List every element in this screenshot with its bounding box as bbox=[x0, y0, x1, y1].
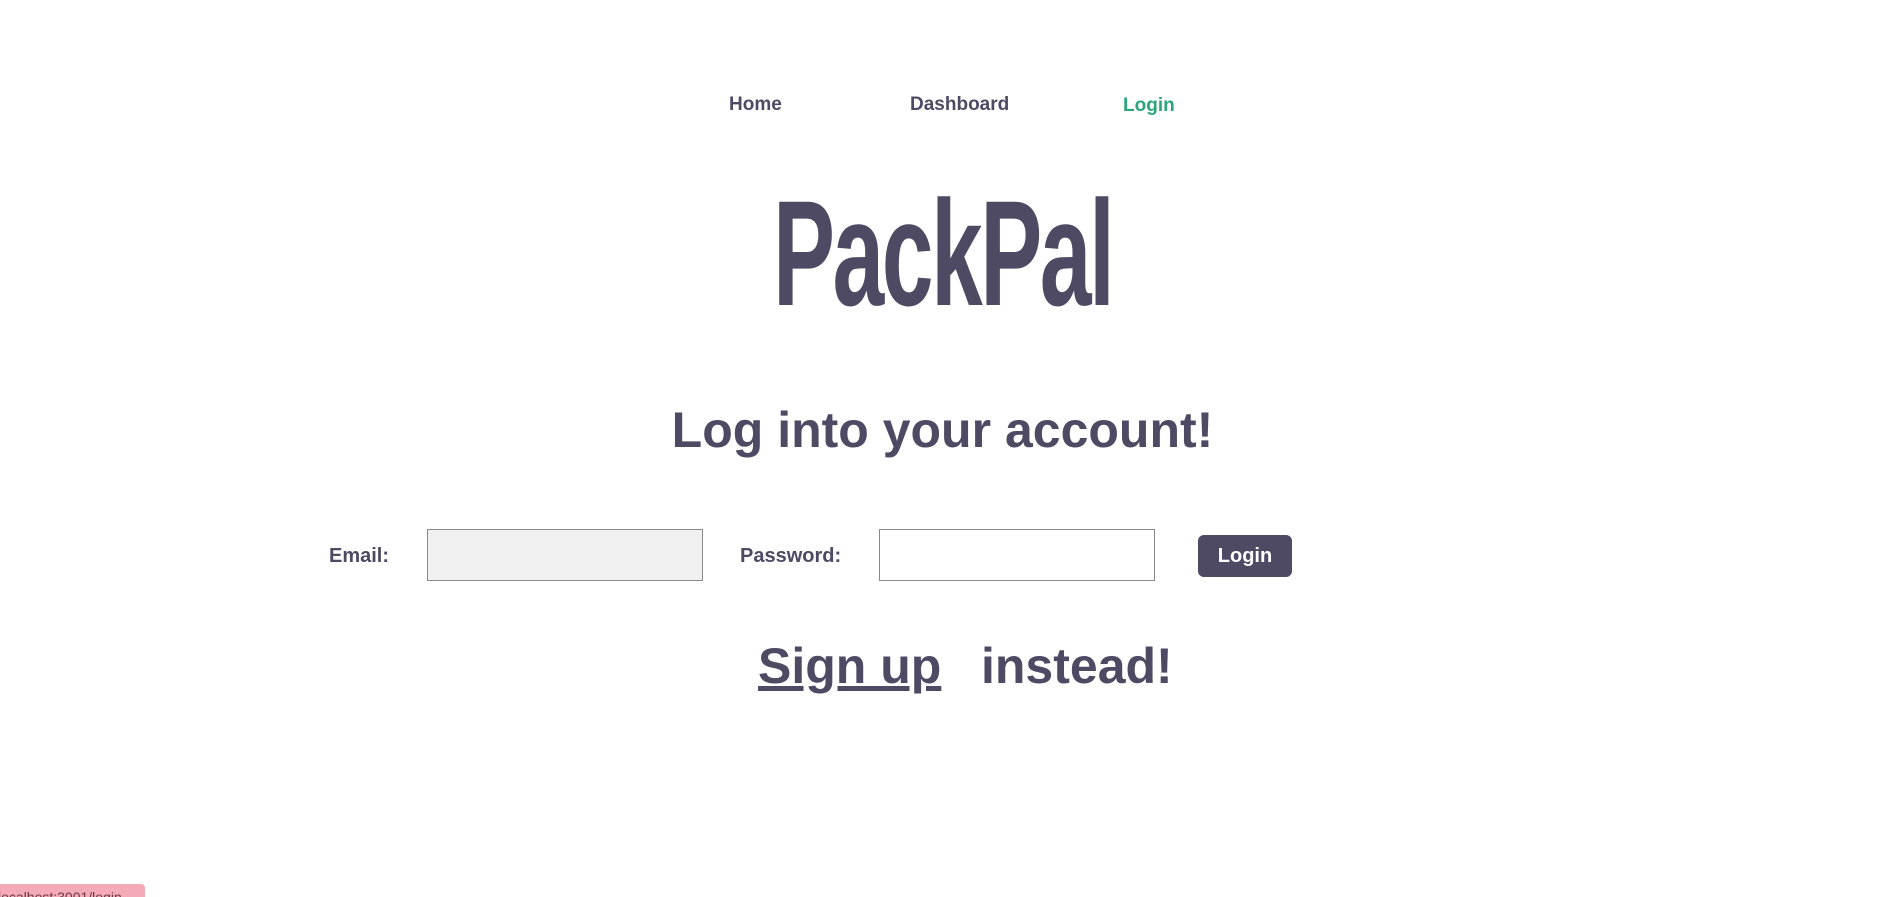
password-input[interactable] bbox=[879, 529, 1155, 581]
nav-link-home[interactable]: Home bbox=[729, 94, 782, 116]
login-heading: Log into your account! bbox=[671, 402, 1214, 458]
signup-link[interactable]: Sign up bbox=[758, 636, 941, 696]
email-input[interactable] bbox=[427, 529, 703, 581]
brand-logo-text: PackPal bbox=[772, 169, 1115, 337]
signup-prompt: Sign up instead! bbox=[0, 636, 1885, 696]
login-page: Home Dashboard Login PackPal Log into yo… bbox=[0, 0, 1885, 897]
link-preview-status-bar: localhost:3001/login bbox=[0, 884, 145, 897]
nav-link-login[interactable]: Login bbox=[1123, 95, 1175, 117]
login-submit-button[interactable]: Login bbox=[1198, 535, 1292, 577]
top-nav: Home Dashboard Login bbox=[0, 92, 1885, 122]
signup-suffix-text: instead! bbox=[981, 638, 1173, 694]
nav-link-dashboard[interactable]: Dashboard bbox=[910, 94, 1009, 116]
password-label: Password: bbox=[740, 545, 842, 567]
login-form: Email: Password: Login bbox=[0, 529, 1885, 583]
email-label: Email: bbox=[329, 545, 390, 567]
